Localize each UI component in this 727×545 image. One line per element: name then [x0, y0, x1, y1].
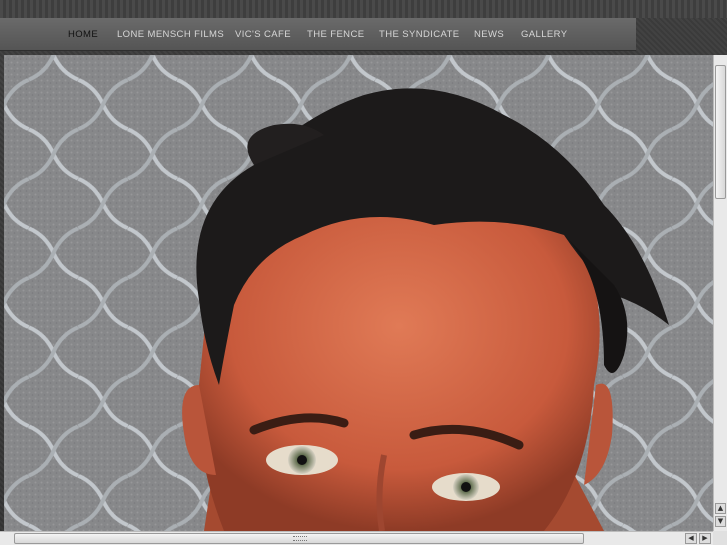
arrow-left-icon[interactable]: ◀: [685, 533, 697, 544]
horizontal-scroll-thumb[interactable]: [14, 533, 584, 544]
hero-portrait-image: [4, 55, 713, 531]
top-strip: [0, 0, 727, 18]
scroll-grip-icon: [293, 536, 307, 541]
nav-home[interactable]: HOME: [68, 18, 98, 51]
nav-lone-mensch-films[interactable]: LONE MENSCH FILMS: [117, 18, 224, 51]
nav-the-syndicate[interactable]: THE SYNDICATE: [379, 18, 460, 51]
arrow-down-icon[interactable]: ▼: [715, 516, 726, 527]
nav-the-fence[interactable]: THE FENCE: [307, 18, 364, 51]
nav-vics-cafe[interactable]: VIC'S CAFE: [235, 18, 291, 51]
vertical-scroll-thumb[interactable]: [715, 65, 726, 199]
arrow-up-icon[interactable]: ▲: [715, 503, 726, 514]
arrow-right-icon[interactable]: ▶: [699, 533, 711, 544]
nav-gallery[interactable]: GALLERY: [521, 18, 567, 51]
nav-news[interactable]: NEWS: [474, 18, 504, 51]
vertical-scrollbar[interactable]: ▲ ▼: [713, 55, 727, 531]
horizontal-scrollbar[interactable]: ◀ ▶: [0, 531, 713, 545]
portrait-photo-icon: [4, 55, 713, 531]
main-nav: HOME LONE MENSCH FILMS VIC'S CAFE THE FE…: [0, 18, 636, 51]
scrollbar-corner: [713, 531, 727, 545]
